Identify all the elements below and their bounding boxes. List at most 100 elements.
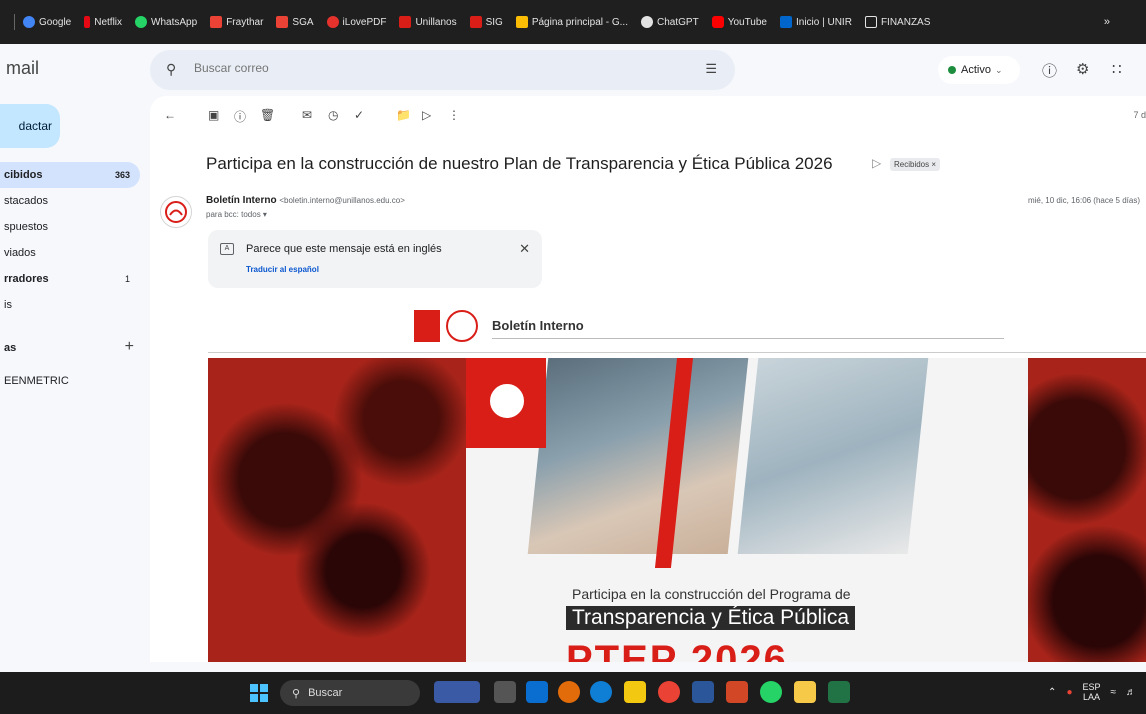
bookmarks-more-button[interactable]: » [1104,16,1110,28]
volume-icon[interactable]: ♬ [1126,687,1136,698]
edge-icon[interactable] [590,681,612,703]
chevron-up-icon[interactable]: ⌃ [1048,687,1056,698]
add-task-icon[interactable]: ✓ [354,108,364,122]
sender-avatar [160,196,192,228]
chrome-icon[interactable] [658,681,680,703]
bookmark-unir[interactable]: Inicio | UNIR [779,16,852,28]
task-view-icon[interactable] [494,681,516,703]
close-icon[interactable]: ✕ [519,241,530,257]
email-date: mié, 10 dic, 16:06 (hace 5 días) [1027,196,1140,205]
widgets-icon[interactable] [434,681,480,703]
word-icon[interactable] [692,681,714,703]
unillanos-icon [399,16,412,28]
search-icon[interactable]: ⚲ [166,61,176,78]
tree-photo-left [208,358,466,662]
bookmark-drive[interactable]: Página principal - G... [515,16,628,28]
search-options-icon[interactable]: ☰ [705,61,717,77]
language-indicator[interactable]: ESP LAA [1082,682,1100,702]
google-icon [23,16,35,28]
drive-icon [515,16,528,28]
bookmark-unillanos[interactable]: Unillanos [399,16,457,28]
search-icon: ⚲ [292,687,301,700]
move-to-icon[interactable]: 📁 [396,108,411,122]
whatsapp-icon [135,16,148,28]
banner-center-panel: Participa en la construcción del Program… [466,358,1028,662]
windows-start-icon[interactable] [250,684,268,702]
search-bar: ⚲ ☰ [150,50,735,90]
label-icon[interactable]: ▷ [422,108,431,122]
bookmark-fraythar[interactable]: Fraythar [210,16,263,28]
importance-marker-icon[interactable]: ▷ [872,156,881,170]
gmail-icon [276,16,289,28]
search-input[interactable] [194,61,594,75]
newsletter-header: Boletín Interno [414,310,1004,344]
unir-icon [779,16,792,28]
sender-name[interactable]: Boletín Interno [206,195,277,206]
bookmark-google[interactable]: Google [23,16,71,28]
folder-icon [864,16,877,28]
file-explorer-icon[interactable] [624,681,646,703]
snooze-icon[interactable]: ◷ [328,108,338,122]
start-tile-3 [250,694,258,702]
unillanos-seal-icon [165,201,187,223]
delete-icon[interactable]: 🗑 [260,108,275,122]
whatsapp-icon[interactable] [760,681,782,703]
bookmark-whatsapp[interactable]: WhatsApp [135,16,197,28]
more-vert-icon[interactable]: ⋮ [448,108,460,122]
archive-icon[interactable]: ▣ [208,108,219,122]
bookmark-sga[interactable]: SGA [276,16,314,28]
email-subject: Participa en la construcción de nuestro … [206,154,833,173]
firefox-icon[interactable] [558,681,580,703]
report-spam-icon[interactable]: ⓘ [234,108,246,125]
inbox-label-chip[interactable]: Recibidos × [890,158,941,171]
newsletter-red-block [414,310,440,342]
writing-photo [527,358,749,554]
chatgpt-icon [641,16,653,28]
translate-link[interactable]: Traducir al español [246,265,319,274]
status-chip[interactable]: Activo ⌄ [938,56,1020,84]
tray-app-icon[interactable]: ● [1066,687,1072,698]
excel-icon[interactable] [828,681,850,703]
store-icon[interactable] [526,681,548,703]
gmail-logo[interactable]: mail [6,58,39,79]
recipients-toggle[interactable]: para bcc: todos ▾ [206,210,267,219]
banner-line-2: Transparencia y Ética Pública [566,606,856,630]
unillanos-icon [469,16,482,28]
bookmark-netflix[interactable]: Netflix [84,16,122,28]
wifi-icon[interactable]: ≈ [1111,687,1117,698]
sidebar-label-item[interactable]: EENMETRIC [4,375,69,387]
help-icon[interactable]: ⓘ [1042,60,1057,81]
bookmark-ilovepdf[interactable]: iLovePDF [326,16,386,28]
translate-icon: A [220,243,234,255]
gmail-header: mail ⚲ ☰ Activo ⌄ ⓘ ⚙ ∷ [0,44,1146,96]
mark-unread-icon[interactable]: ✉ [302,108,312,122]
add-label-button[interactable]: + [125,338,134,356]
taskbar-search[interactable]: ⚲ Buscar [280,680,420,706]
gear-icon[interactable]: ⚙ [1076,60,1089,78]
sidebar-item-snoozed[interactable]: spuestos [0,214,140,240]
apps-grid-icon[interactable]: ∷ [1112,60,1122,78]
compose-button[interactable]: dactar [0,104,60,148]
sidebar-item-more[interactable]: is [0,292,140,318]
bookmarks-separator [14,14,15,30]
bookmark-youtube[interactable]: YouTube [711,16,767,28]
laptop-photo [737,358,929,554]
bookmarks-bar: Google Netflix WhatsApp Fraythar SGA iLo… [0,0,1146,44]
back-arrow-icon[interactable]: ← [164,108,176,122]
powerpoint-icon[interactable] [726,681,748,703]
sidebar-item-drafts[interactable]: rradores 1 [0,266,140,292]
sidebar-item-sent[interactable]: viados [0,240,140,266]
email-panel: ← ▣ ⓘ 🗑 ✉ ◷ ✓ 📁 ▷ ⋮ 7 d Participa en la … [150,96,1146,662]
bookmark-sig[interactable]: SIG [469,16,503,28]
unillanos-logo-icon [446,310,478,342]
bookmark-chatgpt[interactable]: ChatGPT [641,16,699,28]
newsletter-underline [492,338,1004,339]
sticky-notes-icon[interactable] [794,681,816,703]
sidebar-item-starred[interactable]: stacados [0,188,140,214]
email-toolbar: ← ▣ ⓘ 🗑 ✉ ◷ ✓ 📁 ▷ ⋮ 7 d [150,104,1146,128]
start-tile-1 [250,684,258,692]
sidebar-item-inbox[interactable]: cibidos 363 [0,162,140,188]
status-label: Activo [961,64,991,76]
bookmark-finanzas[interactable]: FINANZAS [864,16,930,28]
newsletter-divider [208,352,1146,353]
